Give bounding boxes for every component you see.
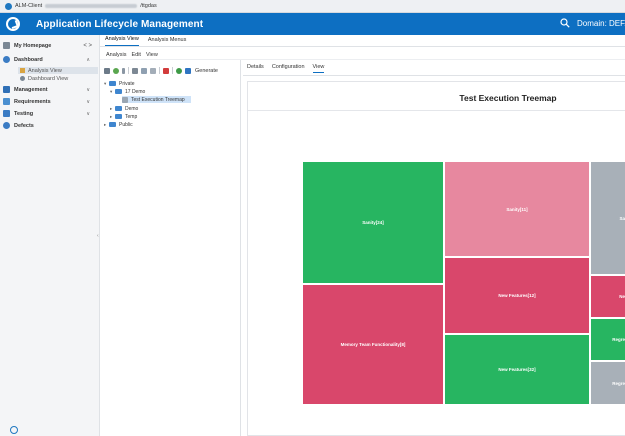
treemap-cell[interactable]: New Features[32] [444, 334, 590, 405]
management-icon [3, 86, 10, 93]
generate-button[interactable]: Generate [195, 68, 218, 74]
requirements-icon [3, 98, 10, 105]
folder-icon [109, 122, 116, 127]
tree-node-public[interactable]: ▸ Public [104, 121, 133, 128]
menu-analysis[interactable]: Analysis [106, 52, 126, 58]
sidebar-item-dashboard[interactable]: Dashboard ∧ [0, 54, 100, 65]
search-icon[interactable] [560, 18, 570, 28]
sidebar-item-management[interactable]: Management ∨ [0, 84, 100, 95]
folder-icon [115, 89, 122, 94]
tree-toolbar: Generate [104, 66, 218, 75]
home-icon [3, 42, 10, 49]
dashboard-icon [3, 56, 10, 63]
tree-node-label: Private [119, 80, 135, 87]
tree-node-demo[interactable]: ▸ Demo [110, 105, 138, 112]
tree-node-17-demo[interactable]: ▾ 17 Demo [110, 88, 145, 95]
sidebar-subitem-label: Analysis View [28, 67, 62, 74]
sidebar-item-label: Defects [14, 122, 34, 129]
defects-icon [3, 122, 10, 129]
alm-logo-icon[interactable] [6, 17, 20, 31]
alm-client-icon [5, 2, 12, 10]
paste-icon[interactable] [150, 67, 156, 74]
sidebar-item-label: Dashboard [14, 56, 43, 63]
collapse-chevron-icon[interactable]: ∧ [86, 57, 90, 63]
tree-node-label: Temp [125, 113, 138, 120]
window-title-prefix: ALM-Client [15, 3, 43, 9]
tab-analysis-menus[interactable]: Analysis Menus [148, 37, 187, 46]
menu-bar: Analysis Edit View [100, 51, 625, 60]
window-title-bar: ALM-Client /ttgdas [0, 0, 625, 13]
treemap-cell[interactable]: Sanity[24] [302, 161, 444, 284]
delete-icon[interactable] [163, 67, 169, 74]
app-title: Application Lifecycle Management [36, 18, 204, 30]
app-header: Application Lifecycle Management Domain:… [0, 13, 625, 35]
tab-view[interactable]: View [312, 64, 325, 73]
toolbar-separator [128, 67, 129, 74]
tab-configuration[interactable]: Configuration [272, 64, 305, 73]
tree-node-label: Public [119, 121, 133, 128]
tree-node-label: 17 Demo [125, 88, 146, 95]
tab-analysis-view[interactable]: Analysis View [105, 36, 139, 46]
treemap-cell[interactable]: New Features[12] [444, 257, 590, 334]
folder-icon [115, 114, 122, 119]
treemap-chart-icon [122, 96, 128, 103]
sidebar-subitem-label: Dashboard View [28, 75, 69, 82]
tree-node-label: Demo [125, 105, 139, 112]
toolbar-separator [172, 67, 173, 74]
sidebar-item-label: Testing [14, 110, 34, 117]
cut-icon[interactable] [132, 67, 138, 74]
expand-chevron-icon[interactable]: ∨ [86, 87, 90, 93]
domain-selector[interactable]: Domain: DEFA [577, 19, 625, 28]
treemap-cell[interactable]: Regre [590, 318, 625, 361]
new-folder-icon[interactable] [104, 67, 110, 74]
module-tabs: Analysis View Analysis Menus [100, 35, 625, 47]
menu-view[interactable]: View [146, 52, 158, 58]
detail-tabs-divider [243, 75, 625, 76]
history-nav-arrows[interactable]: < > [83, 43, 92, 49]
treemap-cell[interactable]: Sanity[11] [444, 161, 590, 257]
tree-node-label: Test Execution Treemap [131, 96, 185, 103]
treemap-cell[interactable]: Sa [590, 161, 625, 275]
treemap-cell[interactable]: Ne [590, 275, 625, 318]
tree-node-temp[interactable]: ▸ Temp [110, 113, 137, 120]
treemap-cell[interactable]: Memory Team Functionality[8] [302, 284, 444, 405]
help-icon[interactable] [10, 426, 18, 434]
copy-icon[interactable] [141, 67, 147, 74]
toolbar-separator [159, 67, 160, 74]
window-title-suffix: /ttgdas [140, 3, 157, 9]
analysis-view-icon [20, 68, 25, 73]
sidebar-item-label: My Homepage [14, 42, 52, 49]
sidebar-item-label: Management [14, 86, 48, 93]
window-title-redacted [45, 4, 138, 8]
expand-chevron-icon[interactable]: ∨ [86, 111, 90, 117]
treemap-chart-frame: Test Execution Treemap Sanity[24] Memory… [247, 81, 625, 436]
dashboard-view-icon [20, 76, 25, 81]
panel-splitter-handle[interactable]: ‹ [97, 233, 99, 239]
treemap-cell[interactable]: Regre [590, 361, 625, 405]
sidebar-item-testing[interactable]: Testing ∨ [0, 108, 100, 119]
dropdown-arrow-icon[interactable] [122, 67, 125, 74]
folder-icon [115, 106, 122, 111]
sidebar-subitem-analysis-view[interactable]: Analysis View [18, 67, 98, 74]
detail-tabs: Details Configuration View [247, 64, 325, 73]
generate-icon[interactable] [185, 67, 191, 74]
menu-edit[interactable]: Edit [131, 52, 140, 58]
analysis-tree-panel: Generate ▾ Private ▾ 17 Demo Test Execut… [100, 60, 241, 436]
tree-node-test-execution-treemap[interactable]: Test Execution Treemap [122, 96, 191, 103]
sidebar-item-my-homepage[interactable]: My Homepage < > [0, 40, 100, 51]
sidebar-item-requirements[interactable]: Requirements ∨ [0, 96, 100, 107]
expand-chevron-icon[interactable]: ∨ [86, 99, 90, 105]
sidebar-subitem-dashboard-view[interactable]: Dashboard View [20, 75, 98, 82]
refresh-icon[interactable] [176, 67, 182, 74]
sidebar-item-defects[interactable]: Defects [0, 120, 100, 131]
chart-title: Test Execution Treemap [459, 93, 557, 103]
folder-icon [109, 81, 116, 86]
testing-icon [3, 110, 10, 117]
tab-details[interactable]: Details [247, 64, 264, 73]
add-icon[interactable] [113, 67, 119, 74]
sidebar-item-label: Requirements [14, 98, 51, 105]
tree-node-private[interactable]: ▾ Private [104, 80, 135, 87]
chart-header-divider [248, 110, 625, 111]
sidebar: My Homepage < > Dashboard ∧ Analysis Vie… [0, 35, 100, 436]
